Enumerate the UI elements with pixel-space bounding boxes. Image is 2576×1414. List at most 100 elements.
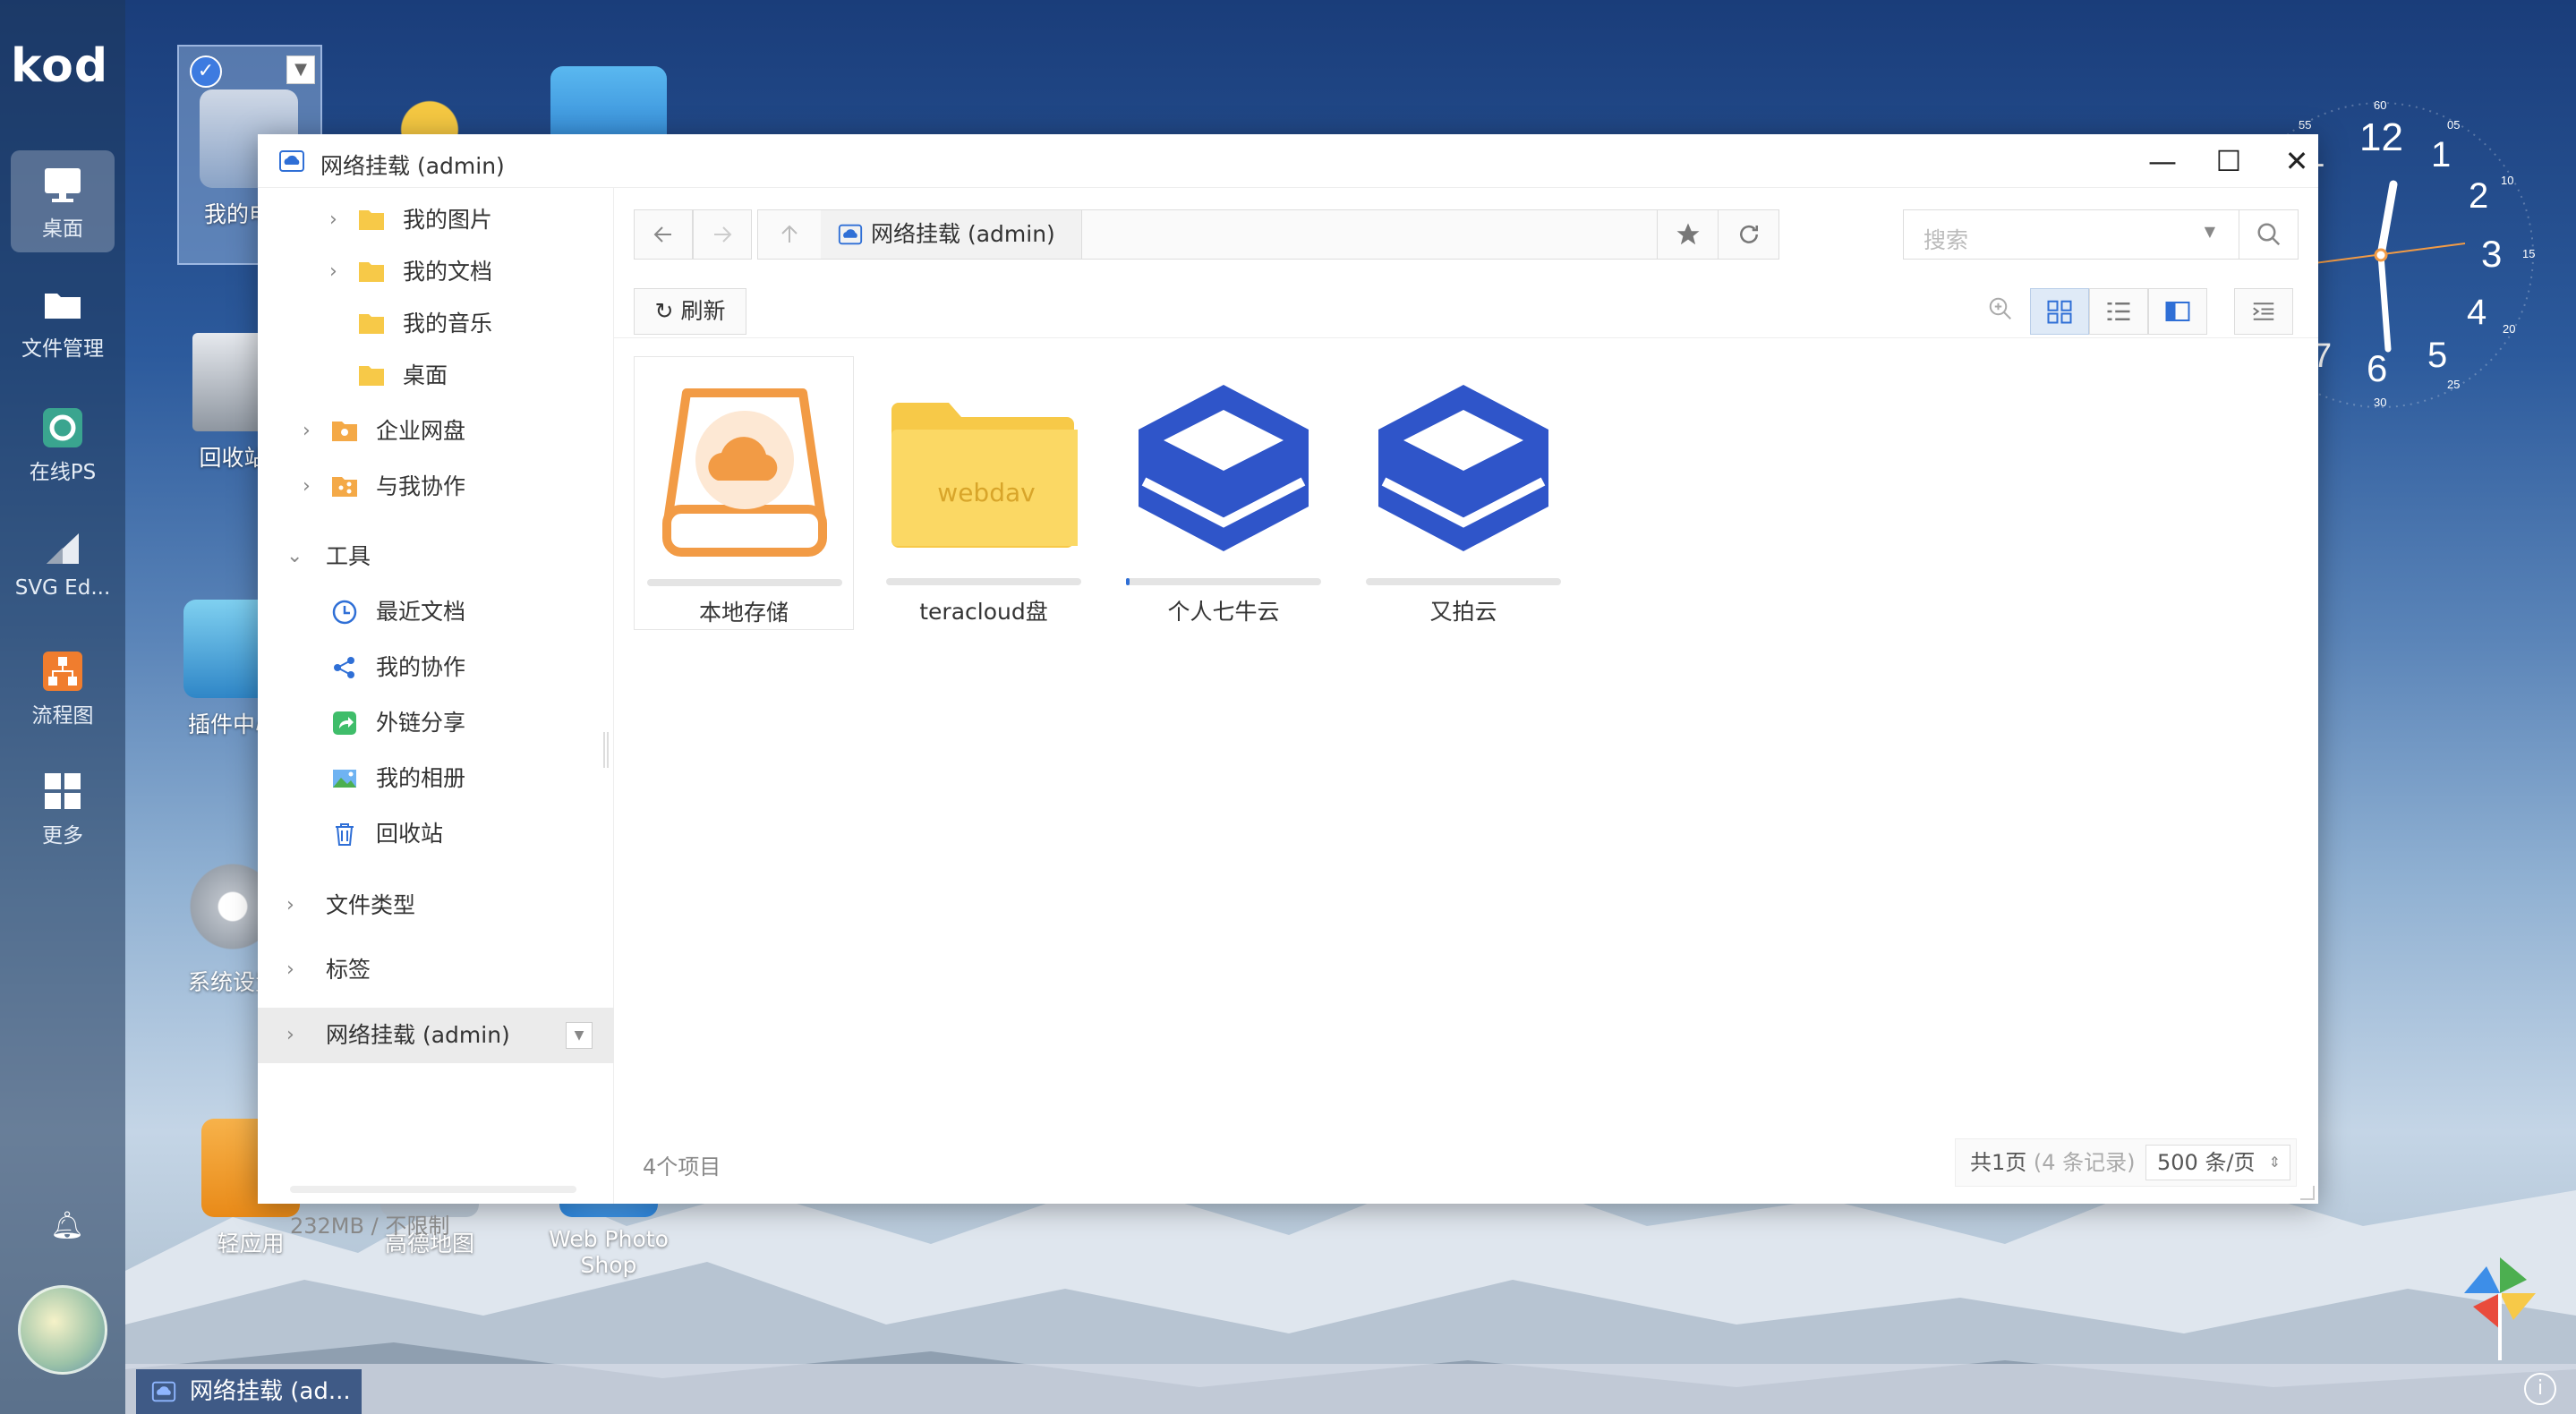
chevron-down-icon[interactable]: ▼ — [566, 1022, 593, 1049]
sidebar-item-enterprise[interactable]: › 企业网盘 — [258, 412, 614, 451]
file-item-qiniu[interactable]: 个人七牛云 — [1113, 356, 1334, 630]
file-item-upyun[interactable]: 又拍云 — [1353, 356, 1574, 630]
dock-item-label: 流程图 — [31, 704, 94, 728]
sidebar-item-label: 外链分享 — [376, 710, 466, 736]
dock-item-more[interactable]: 更多 — [11, 757, 115, 859]
dock-item-file-manager[interactable]: 文件管理 — [11, 270, 115, 372]
breadcrumb[interactable]: 网络挂载 (admin) — [821, 210, 1082, 259]
sort-arrows-icon: ⇕ — [2268, 1154, 2281, 1171]
chevron-right-icon[interactable]: › — [329, 252, 347, 292]
clock-minute-05: 05 — [2447, 118, 2460, 132]
sidebar-item-label: 桌面 — [403, 362, 448, 388]
cloud-stack-icon — [1378, 385, 1548, 551]
address-bar[interactable]: 网络挂载 (admin) — [757, 209, 1779, 260]
chevron-right-icon[interactable]: › — [286, 950, 304, 990]
resize-grip-icon[interactable] — [2300, 1186, 2315, 1200]
sidebar-section-label: 工具 — [326, 543, 371, 569]
avatar[interactable] — [18, 1285, 107, 1375]
usage-bar — [886, 578, 1081, 585]
refresh-button[interactable]: ↻ 刷新 — [634, 288, 746, 335]
chevron-down-icon[interactable]: ▼ — [2205, 223, 2215, 240]
search-button[interactable] — [2239, 210, 2298, 259]
minimize-button[interactable]: — — [2141, 143, 2184, 179]
sidebar-item-label: 企业网盘 — [376, 418, 466, 444]
sidebar-section-file-types[interactable]: › 文件类型 — [258, 886, 614, 925]
page-size-select[interactable]: 500 条/页 ⇕ — [2145, 1145, 2290, 1180]
folder-icon — [359, 262, 384, 282]
sidebar-section-tags[interactable]: › 标签 — [258, 950, 614, 990]
forward-button[interactable] — [693, 209, 752, 260]
clock-hour-1: 1 — [2431, 135, 2451, 175]
shared-folder-icon — [332, 477, 357, 497]
folder-badge: webdav — [937, 478, 1035, 507]
taskbar: 网络挂载 (ad... — [125, 1364, 2576, 1414]
sidebar-item-shared-with-me[interactable]: › 与我协作 — [258, 467, 614, 507]
window-titlebar[interactable]: 网络挂载 (admin) — ☐ ✕ — [258, 134, 2318, 188]
back-button[interactable] — [634, 209, 693, 260]
file-item-teracloud[interactable]: webdav teracloud盘 — [874, 356, 1094, 630]
taskbar-item-network-mount[interactable]: 网络挂载 (ad... — [136, 1369, 362, 1414]
sidebar-section-label: 网络挂载 (admin) — [326, 1022, 510, 1048]
pinwheel-icon[interactable] — [2460, 1253, 2540, 1360]
file-name: 个人七牛云 — [1167, 599, 1280, 625]
check-icon[interactable]: ✓ — [190, 55, 222, 88]
search-input[interactable]: 搜索 — [1923, 223, 1968, 255]
dock-item-label: 文件管理 — [21, 337, 104, 361]
chevron-right-icon[interactable]: › — [286, 886, 304, 925]
dock-item-svg-editor[interactable]: SVG Ed... — [11, 515, 115, 618]
info-icon[interactable]: i — [2524, 1373, 2556, 1405]
enterprise-folder-icon — [332, 422, 357, 441]
reload-button[interactable] — [1718, 210, 1778, 259]
sidebar-item-desktop[interactable]: 桌面 — [258, 356, 614, 396]
sidebar-item-documents[interactable]: › 我的文档 — [258, 252, 614, 292]
dock-item-label: SVG Ed... — [14, 576, 111, 600]
split-view-icon — [2165, 302, 2190, 321]
icon-view-button[interactable] — [2030, 288, 2089, 335]
external-share-icon — [333, 711, 356, 735]
network-drive-icon — [151, 1381, 176, 1402]
chevron-down-icon[interactable]: ▼ — [286, 55, 315, 84]
secondary-toolbar: ↻ 刷新 — [614, 283, 2318, 338]
search-box[interactable]: 搜索 ▼ — [1903, 209, 2299, 260]
dock-item-desktop[interactable]: 桌面 — [11, 150, 115, 252]
close-button[interactable]: ✕ — [2275, 143, 2318, 179]
sidebar-tool-album[interactable]: 我的相册 — [258, 759, 614, 798]
sidebar-item-music[interactable]: 我的音乐 — [258, 304, 614, 344]
dock-item-online-ps[interactable]: 在线PS — [11, 394, 115, 496]
sidebar-item-label: 回收站 — [376, 821, 444, 847]
indent-icon — [2253, 302, 2274, 320]
split-view-button[interactable] — [2148, 288, 2207, 335]
sidebar-section-network-mount[interactable]: › 网络挂载 (admin) ▼ — [258, 1008, 614, 1063]
chevron-down-icon[interactable]: ⌄ — [286, 537, 304, 576]
refresh-label: 刷新 — [680, 298, 726, 324]
sidebar-section-tools[interactable]: ⌄ 工具 — [258, 537, 614, 576]
bell-icon[interactable]: 🔔︎ — [50, 1210, 84, 1241]
maximize-button[interactable]: ☐ — [2207, 143, 2250, 179]
dock-item-flowchart[interactable]: 流程图 — [11, 637, 115, 739]
list-view-button[interactable] — [2089, 288, 2148, 335]
sidebar-item-label: 我的音乐 — [403, 311, 493, 336]
chevron-right-icon[interactable]: › — [329, 200, 347, 240]
arrow-right-icon — [714, 226, 732, 243]
sidebar: › 我的图片 › 我的文档 我的音乐 桌面 › 企业网盘 › 与我协作 ⌄ 工具… — [258, 188, 614, 1239]
search-icon — [2257, 223, 2280, 246]
sidebar-item-pictures[interactable]: › 我的图片 — [258, 200, 614, 240]
monitor-icon — [45, 168, 81, 202]
sidebar-tool-share-link[interactable]: 外链分享 — [258, 703, 614, 743]
photo-album-icon — [333, 770, 356, 788]
sidebar-tool-recent[interactable]: 最近文档 — [258, 592, 614, 632]
clock-hour-6: 6 — [2367, 347, 2387, 389]
sidebar-resize-handle[interactable] — [603, 732, 609, 768]
zoom-in-icon[interactable] — [1987, 295, 2017, 326]
grid-view-icon — [2047, 300, 2072, 324]
chevron-right-icon[interactable]: › — [303, 467, 320, 507]
favorite-button[interactable] — [1657, 210, 1718, 259]
file-item-local-storage[interactable]: 本地存储 — [634, 356, 854, 630]
toggle-panel-button[interactable] — [2234, 288, 2293, 335]
item-count: 4个项目 — [643, 1154, 721, 1180]
chevron-right-icon[interactable]: › — [286, 1008, 304, 1063]
sidebar-tool-collab[interactable]: 我的协作 — [258, 648, 614, 687]
chevron-right-icon[interactable]: › — [303, 412, 320, 451]
sidebar-tool-trash[interactable]: 回收站 — [258, 814, 614, 854]
up-button[interactable] — [758, 210, 821, 259]
